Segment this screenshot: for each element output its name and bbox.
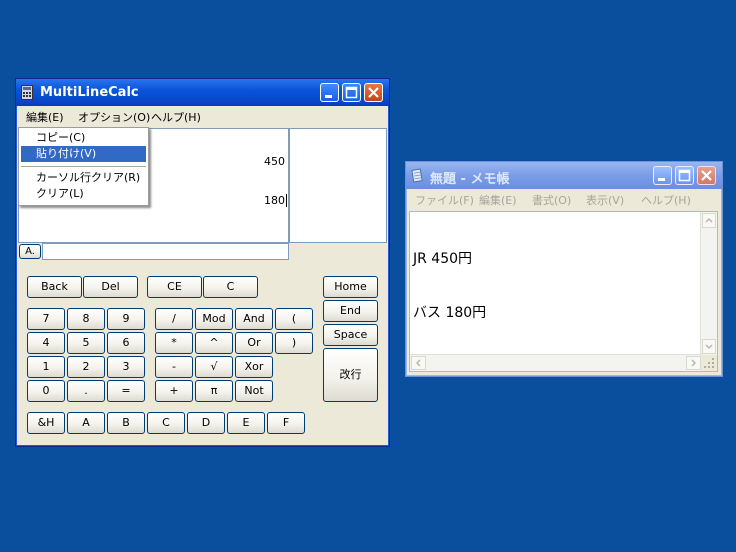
notepad-menu-file[interactable]: ファイル(F) bbox=[415, 192, 474, 208]
digit-8-button[interactable]: 8 bbox=[67, 308, 105, 330]
digit-2-button[interactable]: 2 bbox=[67, 356, 105, 378]
divide-button[interactable]: / bbox=[155, 308, 193, 330]
menu-separator bbox=[21, 166, 146, 167]
digit-5-button[interactable]: 5 bbox=[67, 332, 105, 354]
hex-prefix-button[interactable]: &H bbox=[27, 412, 65, 434]
notepad-close-button[interactable] bbox=[697, 166, 716, 185]
notepad-menu-help[interactable]: ヘルプ(H) bbox=[641, 192, 691, 208]
scroll-up-button[interactable] bbox=[702, 213, 716, 228]
hex-d-button[interactable]: D bbox=[187, 412, 225, 434]
not-button[interactable]: Not bbox=[235, 380, 273, 402]
notepad-titlebar[interactable]: 無題 - メモ帳 bbox=[406, 162, 722, 189]
space-button[interactable]: Space bbox=[323, 324, 378, 346]
notepad-maximize-button[interactable] bbox=[675, 166, 694, 185]
digit-7-button[interactable]: 7 bbox=[27, 308, 65, 330]
calc-menubar: 編集(E) オプション(O) ヘルプ(H) bbox=[17, 106, 388, 126]
hex-f-button[interactable]: F bbox=[267, 412, 305, 434]
close-icon bbox=[701, 170, 712, 181]
subtract-button[interactable]: - bbox=[155, 356, 193, 378]
chevron-right-icon bbox=[691, 359, 697, 367]
sqrt-button[interactable]: √ bbox=[195, 356, 233, 378]
desktop: { "calc": { "title": "MultiLineCalc", "m… bbox=[0, 0, 736, 552]
calc-title: MultiLineCalc bbox=[40, 85, 139, 100]
calc-line-1: 450 bbox=[264, 155, 285, 168]
maximize-icon bbox=[678, 169, 691, 182]
digit-6-button[interactable]: 6 bbox=[107, 332, 145, 354]
minimize-icon bbox=[658, 178, 665, 181]
power-button[interactable]: ^ bbox=[195, 332, 233, 354]
notepad-line-2: バス 180円 bbox=[413, 305, 487, 321]
left-paren-button[interactable]: ( bbox=[275, 308, 313, 330]
pi-button[interactable]: π bbox=[195, 380, 233, 402]
notepad-title: 無題 - メモ帳 bbox=[430, 172, 510, 187]
minimize-button[interactable] bbox=[320, 83, 339, 102]
maximize-button[interactable] bbox=[342, 83, 361, 102]
digit-9-button[interactable]: 9 bbox=[107, 308, 145, 330]
newline-button[interactable]: 改行 bbox=[323, 348, 378, 402]
chevron-up-icon bbox=[705, 217, 713, 223]
chevron-left-icon bbox=[415, 359, 421, 367]
scroll-right-button[interactable] bbox=[686, 356, 701, 370]
xor-button[interactable]: Xor bbox=[235, 356, 273, 378]
calc-line-2: 180 bbox=[264, 194, 287, 207]
notepad-window: 無題 - メモ帳 ファイル(F) 編集(E) 書式(O) 表示(V) ヘルプ(H… bbox=[405, 161, 723, 377]
vertical-scrollbar[interactable] bbox=[700, 212, 717, 355]
menu-item-clear[interactable]: クリア(L) bbox=[21, 186, 146, 202]
menu-options[interactable]: オプション(O) bbox=[78, 109, 150, 125]
chevron-down-icon bbox=[705, 344, 713, 350]
notepad-text-area[interactable]: JR 450円 バス 180円 bbox=[409, 211, 718, 372]
notepad-line-1: JR 450円 bbox=[413, 251, 473, 267]
menu-item-paste[interactable]: 貼り付け(V) bbox=[21, 146, 146, 162]
notepad-icon bbox=[411, 168, 423, 183]
notepad-menu-format[interactable]: 書式(O) bbox=[532, 192, 571, 208]
menu-item-copy[interactable]: コピー(C) bbox=[21, 130, 146, 146]
notepad-menu-view[interactable]: 表示(V) bbox=[586, 192, 624, 208]
back-button[interactable]: Back bbox=[27, 276, 82, 298]
calculator-icon bbox=[21, 85, 33, 100]
maximize-icon bbox=[345, 86, 358, 99]
decimal-point-button[interactable]: . bbox=[67, 380, 105, 402]
notepad-menubar: ファイル(F) 編集(E) 書式(O) 表示(V) ヘルプ(H) bbox=[407, 189, 721, 209]
expression-input[interactable] bbox=[42, 243, 289, 260]
calc-titlebar[interactable]: MultiLineCalc bbox=[16, 79, 389, 106]
resize-grip-icon bbox=[704, 358, 714, 368]
scroll-down-button[interactable] bbox=[702, 339, 716, 354]
delete-button[interactable]: Del bbox=[83, 276, 138, 298]
home-button[interactable]: Home bbox=[323, 276, 378, 298]
clear-button[interactable]: C bbox=[203, 276, 258, 298]
right-paren-button[interactable]: ) bbox=[275, 332, 313, 354]
digit-1-button[interactable]: 1 bbox=[27, 356, 65, 378]
clear-entry-button[interactable]: CE bbox=[147, 276, 202, 298]
digit-4-button[interactable]: 4 bbox=[27, 332, 65, 354]
resize-grip[interactable] bbox=[701, 355, 717, 371]
horizontal-scrollbar[interactable] bbox=[410, 354, 702, 371]
notepad-minimize-button[interactable] bbox=[653, 166, 672, 185]
edit-dropdown-menu: コピー(C) 貼り付け(V) カーソル行クリア(R) クリア(L) bbox=[18, 127, 149, 206]
hex-b-button[interactable]: B bbox=[107, 412, 145, 434]
close-icon bbox=[368, 87, 379, 98]
digit-0-button[interactable]: 0 bbox=[27, 380, 65, 402]
minimize-icon bbox=[325, 95, 332, 98]
scroll-left-button[interactable] bbox=[411, 356, 426, 370]
equals-button[interactable]: = bbox=[107, 380, 145, 402]
menu-help[interactable]: ヘルプ(H) bbox=[151, 109, 201, 125]
and-button[interactable]: And bbox=[235, 308, 273, 330]
mode-indicator[interactable]: A. bbox=[19, 244, 41, 259]
calc-result-pane bbox=[289, 128, 387, 243]
digit-3-button[interactable]: 3 bbox=[107, 356, 145, 378]
hex-e-button[interactable]: E bbox=[227, 412, 265, 434]
notepad-menu-edit[interactable]: 編集(E) bbox=[479, 192, 517, 208]
end-button[interactable]: End bbox=[323, 300, 378, 322]
menu-item-clear-cursor-line[interactable]: カーソル行クリア(R) bbox=[21, 170, 146, 186]
mod-button[interactable]: Mod bbox=[195, 308, 233, 330]
or-button[interactable]: Or bbox=[235, 332, 273, 354]
menu-edit[interactable]: 編集(E) bbox=[26, 109, 64, 125]
hex-c-button[interactable]: C bbox=[147, 412, 185, 434]
hex-a-button[interactable]: A bbox=[67, 412, 105, 434]
add-button[interactable]: + bbox=[155, 380, 193, 402]
multiply-button[interactable]: * bbox=[155, 332, 193, 354]
close-button[interactable] bbox=[364, 83, 383, 102]
